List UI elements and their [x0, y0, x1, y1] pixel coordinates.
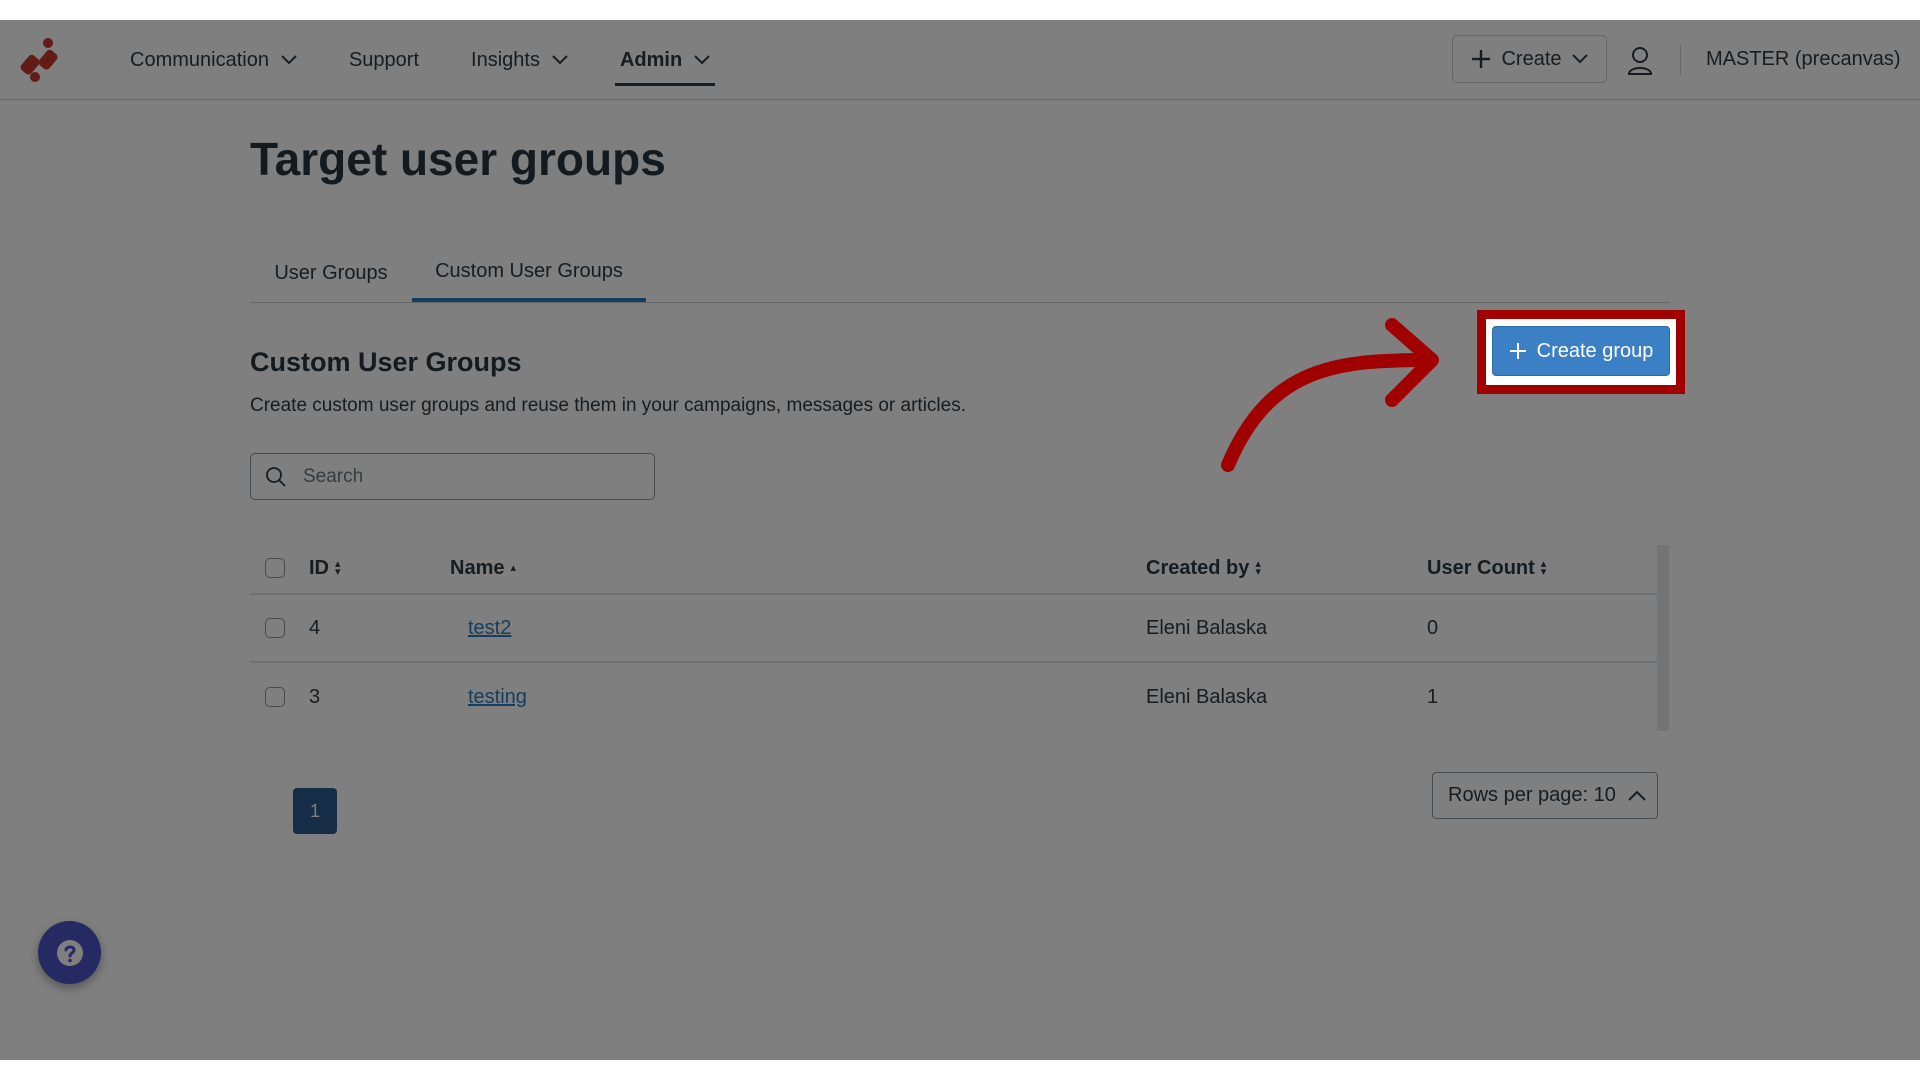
- row-checkbox[interactable]: [265, 618, 285, 638]
- nav-admin[interactable]: Admin: [614, 38, 716, 86]
- table-row: 3 testing Eleni Balaska 1: [250, 663, 1670, 731]
- user-icon[interactable]: [1627, 46, 1653, 76]
- column-header-user-count[interactable]: User Count ▴ ▾: [1427, 543, 1546, 593]
- search-field[interactable]: [250, 453, 655, 500]
- nav-communication-label: Communication: [130, 48, 269, 71]
- row-select-cell: [265, 595, 285, 661]
- chevron-down-icon: [1571, 54, 1588, 64]
- row-user-count: 1: [1427, 685, 1439, 708]
- sort-ascending-icon: ▴: [510, 562, 517, 574]
- question-icon: [56, 939, 83, 966]
- column-header-id-label: ID: [309, 556, 329, 579]
- table-scrollbar[interactable]: [1657, 545, 1669, 731]
- account-name[interactable]: MASTER (precanvas): [1706, 48, 1901, 71]
- nav-communication[interactable]: Communication: [130, 38, 297, 82]
- tab-user-groups[interactable]: User Groups: [250, 244, 412, 302]
- nav-support[interactable]: Support: [349, 38, 419, 82]
- column-header-name-label: Name: [450, 556, 505, 579]
- create-menu-label: Create: [1501, 47, 1562, 70]
- brand-logo-icon[interactable]: [18, 36, 64, 84]
- row-select-cell: [265, 663, 285, 731]
- chevron-down-icon: [694, 55, 710, 65]
- select-all-cell: [265, 543, 285, 593]
- main-nav: Communication Support Insights Admin: [130, 20, 762, 100]
- row-user-count: 0: [1427, 616, 1439, 639]
- row-checkbox[interactable]: [265, 687, 285, 707]
- app-window: Communication Support Insights Admin Cre…: [0, 20, 1920, 1060]
- column-header-user-count-label: User Count: [1427, 556, 1535, 579]
- search-icon: [266, 466, 286, 487]
- row-name-cell: testing: [468, 663, 527, 731]
- help-button[interactable]: [38, 921, 101, 984]
- column-header-name[interactable]: Name ▴: [450, 543, 516, 593]
- group-name-link[interactable]: test2: [468, 617, 511, 640]
- column-header-id[interactable]: ID ▴ ▾: [309, 543, 341, 593]
- header-divider: [1680, 45, 1681, 75]
- search-input[interactable]: [301, 464, 635, 489]
- tab-custom-user-groups[interactable]: Custom User Groups: [412, 244, 646, 302]
- sort-both-icon: ▴ ▾: [1255, 558, 1261, 578]
- create-group-button[interactable]: Create group: [1492, 326, 1670, 376]
- rows-per-page-label: Rows per page: 10: [1448, 784, 1616, 806]
- chevron-down-icon: [552, 55, 568, 65]
- table-row: 4 test2 Eleni Balaska 0: [250, 595, 1670, 663]
- sort-both-icon: ▴ ▾: [335, 558, 341, 578]
- row-created-by: Eleni Balaska: [1146, 685, 1268, 708]
- chevron-down-icon: [281, 55, 297, 65]
- page-button-current[interactable]: 1: [293, 788, 337, 834]
- column-header-created-by-label: Created by: [1146, 556, 1250, 579]
- table-header-row: ID ▴ ▾ Name ▴ Created by ▴ ▾ User Count ▴ ▾: [250, 543, 1670, 595]
- plus-icon: [1472, 50, 1491, 68]
- row-id: 4: [309, 616, 321, 639]
- nav-insights-label: Insights: [471, 48, 540, 71]
- create-menu-button[interactable]: Create: [1452, 35, 1607, 83]
- group-name-link[interactable]: testing: [468, 686, 527, 709]
- section-description: Create custom user groups and reuse them…: [250, 395, 966, 416]
- column-header-created-by[interactable]: Created by ▴ ▾: [1146, 543, 1261, 593]
- nav-insights[interactable]: Insights: [471, 38, 568, 82]
- chevron-up-icon: [1628, 790, 1646, 801]
- tab-bar: User Groups Custom User Groups: [250, 244, 1670, 303]
- create-group-label: Create group: [1536, 339, 1654, 362]
- page-title: Target user groups: [250, 133, 666, 185]
- sort-both-icon: ▴ ▾: [1540, 558, 1547, 578]
- row-id: 3: [309, 685, 321, 708]
- nav-support-label: Support: [348, 48, 420, 71]
- row-name-cell: test2: [468, 595, 511, 661]
- nav-admin-label: Admin: [619, 48, 683, 71]
- select-all-checkbox[interactable]: [265, 558, 285, 578]
- custom-groups-table: ID ▴ ▾ Name ▴ Created by ▴ ▾ User Count ▴ ▾…: [250, 543, 1670, 731]
- row-created-by: Eleni Balaska: [1146, 616, 1268, 639]
- rows-per-page-select[interactable]: Rows per page: 10: [1432, 772, 1658, 819]
- section-title: Custom User Groups: [250, 347, 522, 377]
- plus-icon: [1509, 343, 1526, 359]
- top-navigation-bar: Communication Support Insights Admin Cre…: [0, 20, 1920, 100]
